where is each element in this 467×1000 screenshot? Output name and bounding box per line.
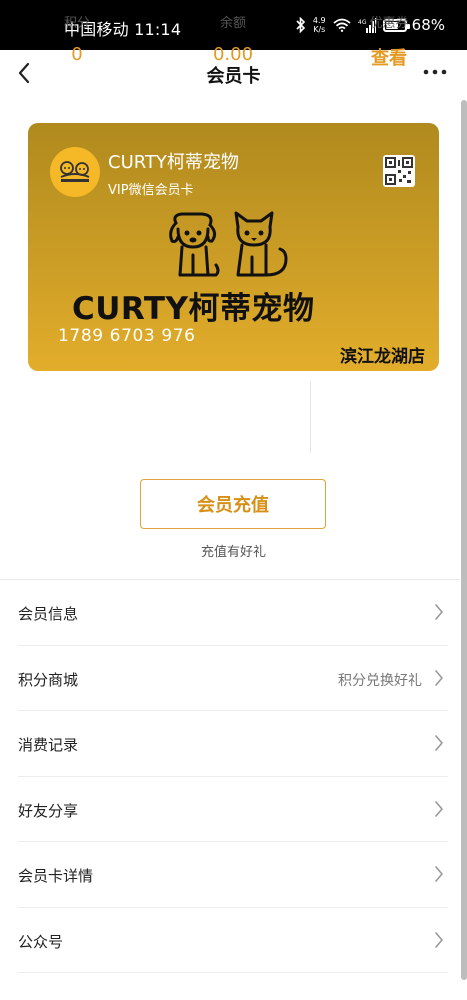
menu-item-label: 积分商城 bbox=[18, 670, 79, 689]
menu-item-points-mall[interactable]: 积分商城 积分兑换好礼 bbox=[0, 646, 460, 711]
points-value: 0 bbox=[71, 44, 83, 65]
chevron-right-icon bbox=[435, 669, 443, 686]
store-name: 滨江龙湖店 bbox=[340, 347, 425, 367]
member-card[interactable]: CURTY柯蒂宠物 VIP微信会员卡 CURTY柯蒂宠物 1789 6703 9… bbox=[28, 123, 439, 371]
chevron-right-icon bbox=[435, 800, 443, 817]
scrollbar[interactable] bbox=[461, 100, 467, 980]
brand-logo-icon bbox=[60, 161, 90, 182]
points-label: 积分 bbox=[63, 16, 90, 31]
net-speed-value: 4.9 bbox=[312, 16, 326, 25]
stats-divider bbox=[310, 381, 311, 453]
coupon-label: 优惠券 bbox=[369, 16, 409, 31]
menu-item-card-details[interactable]: 会员卡详情 bbox=[0, 842, 460, 908]
coupon-stat[interactable]: 优惠券 查看 bbox=[342, 0, 436, 78]
menu-item-purchase-history[interactable]: 消费记录 bbox=[0, 711, 460, 777]
qr-code-icon[interactable] bbox=[383, 155, 415, 187]
balance-stat[interactable]: 余额 0.00 bbox=[188, 0, 278, 78]
menu-item-official-account[interactable]: 公众号 bbox=[0, 908, 460, 973]
menu-item-label: 会员信息 bbox=[18, 605, 79, 623]
menu-item-label: 好友分享 bbox=[18, 801, 79, 820]
menu-separator bbox=[18, 972, 448, 973]
pets-illustration bbox=[169, 211, 288, 277]
brand-logo bbox=[50, 147, 100, 197]
chevron-right-icon bbox=[435, 735, 443, 751]
balance-value: 0.00 bbox=[212, 44, 254, 65]
card-logo-text: CURTY柯蒂宠物 bbox=[72, 291, 315, 327]
menu-item-member-info[interactable]: 会员信息 bbox=[0, 580, 460, 646]
net-speed: 4.9 K/s bbox=[313, 16, 326, 34]
chevron-right-icon bbox=[435, 931, 443, 948]
chevron-right-icon bbox=[435, 866, 443, 882]
recharge-button[interactable]: 会员充值 bbox=[140, 479, 326, 529]
menu-item-extra: 积分兑换好礼 bbox=[338, 672, 422, 689]
card-level: VIP微信会员卡 bbox=[108, 183, 194, 198]
card-number: 1789 6703 976 bbox=[58, 326, 196, 346]
chevron-right-icon bbox=[435, 604, 443, 620]
menu-item-label: 消费记录 bbox=[18, 736, 79, 754]
recharge-tip: 充值有好礼 bbox=[200, 545, 266, 560]
balance-label: 余额 bbox=[219, 16, 246, 31]
points-stat[interactable]: 积分 0 bbox=[32, 0, 122, 78]
bluetooth-icon bbox=[296, 17, 306, 33]
net-speed-unit: K/s bbox=[313, 25, 326, 34]
coupon-view-link[interactable]: 查看 bbox=[342, 44, 436, 70]
menu-item-share-friends[interactable]: 好友分享 bbox=[0, 777, 460, 842]
menu-list: 会员信息 积分商城 积分兑换好礼 消费记录 好友分享 会员卡详情 公众号 bbox=[0, 580, 460, 973]
menu-item-label: 会员卡详情 bbox=[18, 867, 94, 885]
card-brand-name: CURTY柯蒂宠物 bbox=[108, 152, 239, 173]
menu-item-label: 公众号 bbox=[18, 932, 64, 951]
